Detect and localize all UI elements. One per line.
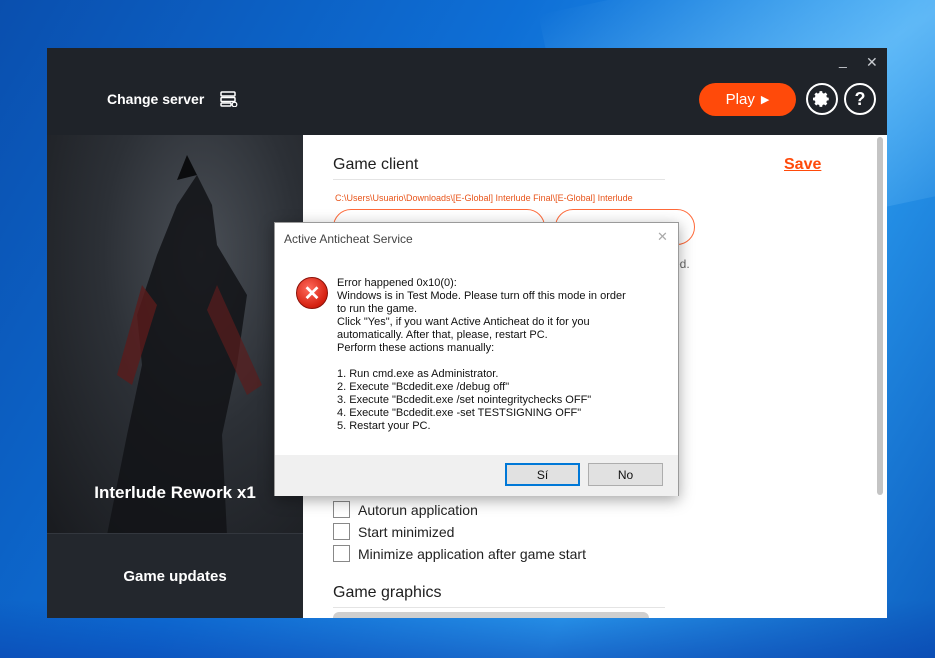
left-panel: Interlude Rework x1 Game updates bbox=[47, 135, 303, 618]
dialog-message: Error happened 0x10(0): Windows is in Te… bbox=[337, 277, 667, 433]
close-button[interactable]: ✕ bbox=[866, 54, 878, 71]
section-divider bbox=[333, 179, 665, 180]
option-label: Start minimized bbox=[358, 523, 455, 540]
game-client-title: Game client bbox=[333, 156, 419, 173]
option-start-minimized[interactable]: Start minimized bbox=[333, 523, 454, 540]
message-line: automatically. After that, please, resta… bbox=[337, 329, 548, 341]
message-line: 2. Execute "Bcdedit.exe /debug off" bbox=[337, 381, 510, 393]
message-line bbox=[337, 355, 667, 368]
checkbox[interactable] bbox=[333, 501, 350, 518]
settings-button[interactable] bbox=[806, 83, 838, 115]
dialog-close-icon[interactable]: ✕ bbox=[657, 229, 668, 245]
message-line: 3. Execute "Bcdedit.exe /set nointegrity… bbox=[337, 394, 592, 406]
checkbox[interactable] bbox=[333, 523, 350, 540]
game-graphics-title: Game graphics bbox=[333, 584, 442, 601]
section-divider bbox=[333, 607, 665, 608]
option-label: Minimize application after game start bbox=[358, 545, 586, 562]
minimize-button[interactable]: _ bbox=[839, 52, 847, 68]
message-line: Error happened 0x10(0): bbox=[337, 277, 457, 289]
message-line: 1. Run cmd.exe as Administrator. bbox=[337, 368, 499, 380]
change-server-button[interactable]: Change server bbox=[107, 91, 204, 107]
server-title: Interlude Rework x1 bbox=[94, 483, 256, 502]
option-label: Autorun application bbox=[358, 501, 478, 518]
option-autorun[interactable]: Autorun application bbox=[333, 501, 478, 518]
message-line: 4. Execute "Bcdedit.exe -set TESTSIGNING… bbox=[337, 407, 582, 419]
launcher-header: _ ✕ Change server Play ▶ ? bbox=[47, 48, 887, 135]
message-line: Click "Yes", if you want Active Antichea… bbox=[337, 316, 590, 328]
message-line: Perform these actions manually: bbox=[337, 342, 495, 354]
message-line: Windows is in Test Mode. Please turn off… bbox=[337, 290, 626, 302]
help-button[interactable]: ? bbox=[844, 83, 876, 115]
no-button[interactable]: No bbox=[588, 463, 663, 486]
play-icon: ▶ bbox=[760, 94, 770, 106]
server-artwork: Interlude Rework x1 bbox=[47, 135, 303, 533]
play-button[interactable]: Play ▶ bbox=[699, 83, 796, 116]
dialog-title: Active Anticheat Service bbox=[284, 232, 413, 246]
anticheat-dialog: Active Anticheat Service ✕ ✕ Error happe… bbox=[274, 222, 679, 496]
graphics-select[interactable] bbox=[333, 612, 649, 618]
scrollbar[interactable] bbox=[877, 137, 883, 495]
yes-button[interactable]: Sí bbox=[505, 463, 580, 486]
error-icon: ✕ bbox=[296, 277, 328, 309]
save-button[interactable]: Save bbox=[784, 156, 821, 174]
gear-icon bbox=[813, 91, 829, 107]
game-updates-button[interactable]: Game updates bbox=[47, 533, 303, 618]
message-line: 5. Restart your PC. bbox=[337, 420, 431, 432]
client-path: C:\Users\Usuario\Downloads\[E-Global] In… bbox=[335, 193, 633, 203]
checkbox[interactable] bbox=[333, 545, 350, 562]
server-list-icon[interactable] bbox=[220, 91, 238, 107]
message-line: to run the game. bbox=[337, 303, 418, 315]
warrior-artwork bbox=[107, 155, 262, 533]
play-label: Play bbox=[725, 91, 755, 108]
option-minimize-after-start[interactable]: Minimize application after game start bbox=[333, 545, 586, 562]
